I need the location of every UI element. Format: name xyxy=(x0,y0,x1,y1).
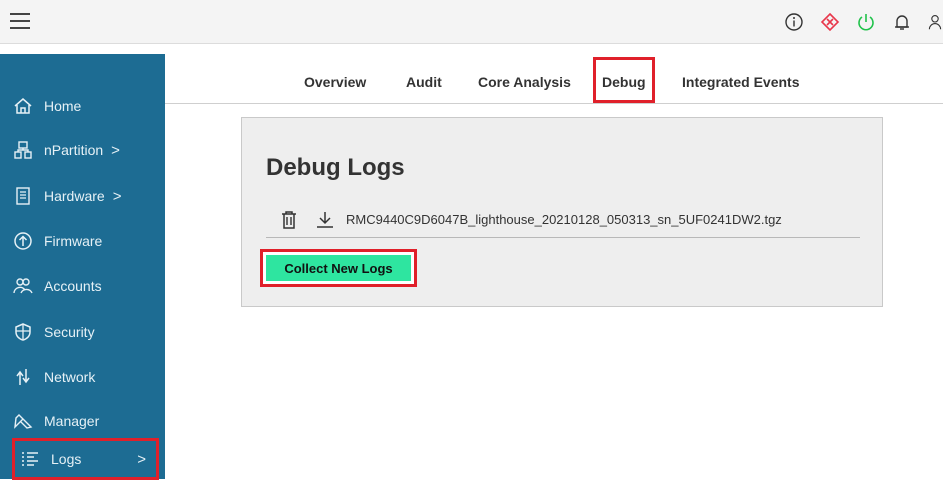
debug-logs-card: Debug Logs RMC9440C9D6047B_lighthouse_20… xyxy=(241,117,883,307)
logs-icon xyxy=(19,448,41,470)
trash-icon[interactable] xyxy=(278,209,300,231)
user-icon[interactable] xyxy=(927,11,943,33)
chevron-right-icon: > xyxy=(111,141,120,159)
sidebar-item-label: Accounts xyxy=(44,278,102,294)
sidebar-item-label: Network xyxy=(44,369,96,385)
sidebar-item-home[interactable]: Home xyxy=(0,84,165,128)
chevron-right-icon: > xyxy=(137,450,146,468)
log-file-name[interactable]: RMC9440C9D6047B_lighthouse_20210128_0503… xyxy=(346,212,782,227)
top-bar xyxy=(0,0,943,44)
alert-icon[interactable] xyxy=(819,11,841,33)
sidebar-item-manager[interactable]: Manager xyxy=(0,399,165,443)
sidebar-item-label: nPartition xyxy=(44,142,104,158)
tab-debug[interactable]: Debug xyxy=(593,57,655,103)
sidebar-item-label: Home xyxy=(44,98,82,114)
download-icon[interactable] xyxy=(314,209,336,231)
tab-audit[interactable]: Audit xyxy=(400,66,448,98)
sidebar-item-security[interactable]: Security xyxy=(0,310,165,354)
hardware-icon xyxy=(12,185,34,207)
top-icons xyxy=(783,8,943,36)
network-icon xyxy=(12,366,34,388)
sidebar-item-label: Logs xyxy=(51,451,82,467)
collect-new-logs-button[interactable]: Collect New Logs xyxy=(266,255,411,281)
tab-core-analysis[interactable]: Core Analysis xyxy=(472,66,577,98)
sidebar-item-firmware[interactable]: Firmware xyxy=(0,219,165,263)
sidebar-item-accounts[interactable]: Accounts xyxy=(0,264,165,308)
log-file-row: RMC9440C9D6047B_lighthouse_20210128_0503… xyxy=(266,202,860,238)
tab-overview[interactable]: Overview xyxy=(298,66,372,98)
sidebar-item-hardware[interactable]: Hardware > xyxy=(0,174,165,218)
chevron-right-icon: > xyxy=(112,187,122,205)
sidebar-item-logs[interactable]: Logs > xyxy=(12,438,159,480)
accounts-icon xyxy=(12,275,34,297)
sidebar-item-label: Security xyxy=(44,324,95,340)
firmware-icon xyxy=(12,230,34,252)
home-icon xyxy=(12,95,34,117)
page-title: Debug Logs xyxy=(266,154,405,181)
partition-icon xyxy=(12,139,34,161)
tab-bar: Overview Audit Core Analysis Debug Integ… xyxy=(165,54,943,104)
sidebar-item-network[interactable]: Network xyxy=(0,355,165,399)
bell-icon[interactable] xyxy=(891,11,913,33)
sidebar-item-npartition[interactable]: nPartition > xyxy=(0,128,165,172)
manager-icon xyxy=(12,410,34,432)
tab-integrated-events[interactable]: Integrated Events xyxy=(676,66,805,98)
menu-icon[interactable] xyxy=(10,13,30,31)
shield-icon xyxy=(12,321,34,343)
sidebar-item-label: Firmware xyxy=(44,233,103,249)
sidebar-item-label: Manager xyxy=(44,413,100,429)
collect-new-logs-highlight: Collect New Logs xyxy=(260,249,417,287)
power-icon[interactable] xyxy=(855,11,877,33)
sidebar-item-label: Hardware xyxy=(44,188,105,204)
sidebar: Home nPartition > Hardware > Firmware Ac… xyxy=(0,44,165,480)
info-icon[interactable] xyxy=(783,11,805,33)
